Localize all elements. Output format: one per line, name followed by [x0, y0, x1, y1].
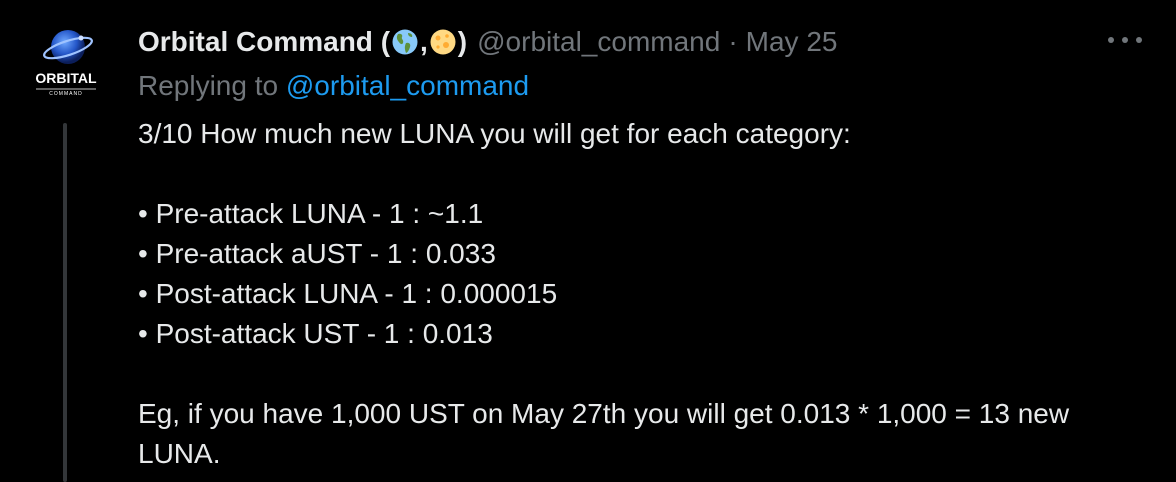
replying-to-label: Replying to — [138, 70, 279, 101]
more-dot-icon — [1108, 37, 1114, 43]
bullet-item: • Pre-attack LUNA - 1 : ~1.1 — [138, 198, 484, 229]
display-name-separator: , — [420, 26, 428, 57]
tweet-example-line: Eg, if you have 1,000 UST on May 27th yo… — [138, 398, 1070, 429]
thread-line — [63, 123, 67, 482]
orbital-command-logo-icon: ORBITAL COMMAND — [18, 18, 114, 114]
avatar-logo-subtext: COMMAND — [49, 91, 82, 97]
dot-separator: · — [728, 26, 738, 57]
avatar-logo-text: ORBITAL — [35, 70, 97, 86]
tweet-example-line: LUNA. — [138, 438, 221, 469]
replying-to-handle-link[interactable]: @orbital_command — [286, 70, 529, 101]
tweet-date[interactable]: May 25 — [746, 22, 838, 62]
bullet-item: • Post-attack UST - 1 : 0.013 — [138, 318, 493, 349]
display-name-end: ) — [457, 26, 468, 57]
more-options-button[interactable] — [1108, 30, 1142, 50]
tweet-header: Orbital Command ( , ) @orbital_command ·… — [138, 22, 837, 62]
user-handle[interactable]: @orbital_command — [477, 22, 720, 62]
bullet-item: • Pre-attack aUST - 1 : 0.033 — [138, 238, 496, 269]
tweet-intro: 3/10 How much new LUNA you will get for … — [138, 118, 851, 149]
more-dot-icon — [1122, 37, 1128, 43]
tweet-body: 3/10 How much new LUNA you will get for … — [138, 114, 1148, 474]
full-moon-emoji-icon — [430, 29, 456, 55]
globe-americas-emoji-icon — [392, 29, 418, 55]
replying-to: Replying to @orbital_command — [138, 66, 529, 106]
display-name-text: Orbital Command ( — [138, 26, 391, 57]
bullet-item: • Post-attack LUNA - 1 : 0.000015 — [138, 278, 558, 309]
tweet[interactable]: ORBITAL COMMAND Orbital Command ( , ) @o… — [0, 0, 1176, 482]
avatar[interactable]: ORBITAL COMMAND — [18, 18, 114, 114]
display-name[interactable]: Orbital Command ( , ) — [138, 22, 467, 62]
more-dot-icon — [1136, 37, 1142, 43]
